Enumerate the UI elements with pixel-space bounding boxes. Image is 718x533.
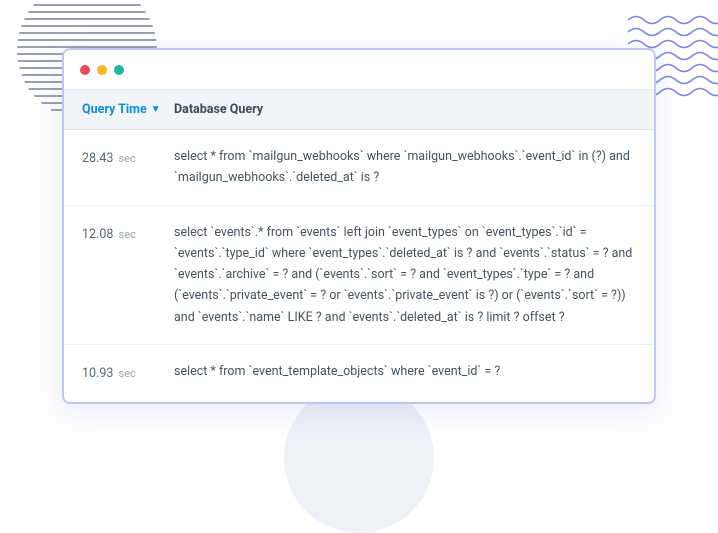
decorative-circle (284, 383, 434, 533)
header-database-query-label: Database Query (174, 102, 263, 117)
query-time-value: 12.08 (82, 227, 113, 242)
query-time-unit: sec (119, 367, 136, 380)
cell-query-time: 28.43 sec (64, 130, 174, 205)
query-time-value: 28.43 (82, 151, 113, 166)
cell-database-query: select * from `mailgun_webhooks` where `… (174, 130, 654, 205)
header-query-time[interactable]: Query Time ▼ (64, 90, 174, 129)
query-time-unit: sec (119, 152, 136, 165)
sort-desc-icon: ▼ (151, 104, 161, 115)
cell-query-time: 12.08 sec (64, 206, 174, 344)
query-time-unit: sec (119, 228, 136, 241)
window-maximize-dot[interactable] (114, 65, 124, 75)
header-database-query[interactable]: Database Query (174, 90, 654, 129)
table-row[interactable]: 10.93 secselect * from `event_template_o… (64, 345, 654, 402)
cell-database-query: select * from `event_template_objects` w… (174, 345, 654, 402)
window-titlebar (64, 50, 654, 90)
window-minimize-dot[interactable] (97, 65, 107, 75)
cell-query-time: 10.93 sec (64, 345, 174, 402)
table-header-row: Query Time ▼ Database Query (64, 90, 654, 130)
table-body: 28.43 secselect * from `mailgun_webhooks… (64, 130, 654, 402)
query-time-value: 10.93 (82, 366, 113, 381)
header-query-time-label: Query Time (82, 102, 147, 117)
cell-database-query: select `events`.* from `events` left joi… (174, 206, 654, 344)
query-window: Query Time ▼ Database Query 28.43 secsel… (62, 48, 656, 404)
table-row[interactable]: 28.43 secselect * from `mailgun_webhooks… (64, 130, 654, 206)
window-close-dot[interactable] (80, 65, 90, 75)
table-row[interactable]: 12.08 secselect `events`.* from `events`… (64, 206, 654, 345)
